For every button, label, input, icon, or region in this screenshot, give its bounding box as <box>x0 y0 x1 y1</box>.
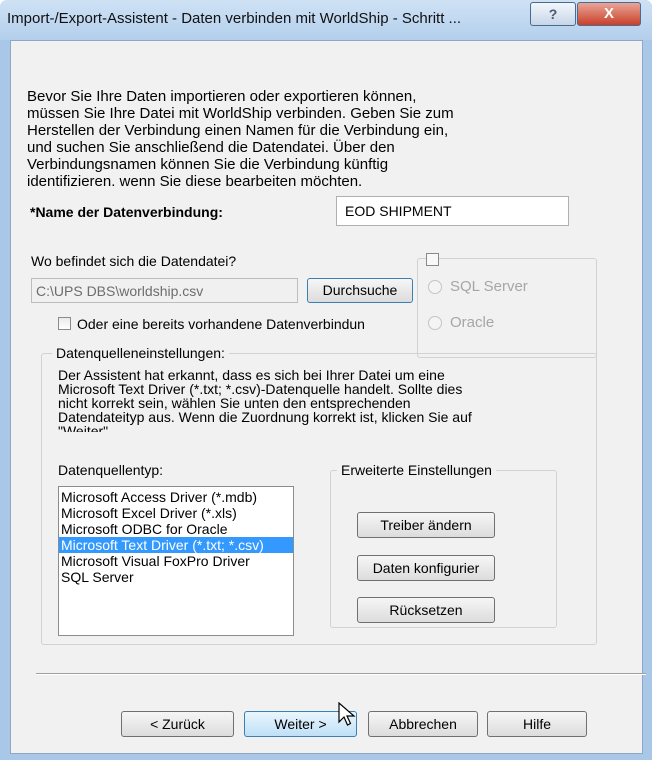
titlebar-help-button[interactable]: ? <box>530 2 576 26</box>
configure-data-button[interactable]: Daten konfigurier <box>357 555 495 581</box>
intro-line: Herstellen der Verbindung einen Namen fü… <box>27 122 449 139</box>
browse-button[interactable]: Durchsuche <box>307 278 413 303</box>
description-line: Datendateityp aus. Wenn die Zuordnung ko… <box>58 409 472 425</box>
db-options-checkbox[interactable] <box>426 253 439 266</box>
list-item[interactable]: SQL Server <box>61 569 291 585</box>
description-line: nicht korrekt sein, wählen Sie unten den… <box>58 395 411 411</box>
list-item-selected[interactable]: Microsoft Text Driver (*.txt; *.csv) <box>59 537 293 553</box>
existing-connection-label: Oder eine bereits vorhandene Datenverbin… <box>77 316 365 332</box>
db-options-group: SQL Server Oracle <box>417 253 597 358</box>
intro-line: Bevor Sie Ihre Daten importieren oder ex… <box>27 88 417 105</box>
description-line: "Weiter". <box>58 423 113 432</box>
connection-name-value: EOD SHIPMENT <box>345 203 452 219</box>
file-path-input[interactable]: C:\UPS DBS\worldship.csv <box>31 278 298 303</box>
description-line: Der Assistent hat erkannt, dass es sich … <box>58 368 445 383</box>
list-item[interactable]: Microsoft Excel Driver (*.xls) <box>61 505 291 521</box>
datasource-settings-legend: Datenquelleneinstellungen: <box>52 345 229 361</box>
list-item[interactable]: Microsoft Access Driver (*.mdb) <box>61 489 291 505</box>
mouse-cursor-icon <box>338 702 356 726</box>
sql-server-radio[interactable] <box>428 280 442 294</box>
help-button[interactable]: Hilfe <box>487 711 587 737</box>
datasource-type-list[interactable]: Microsoft Access Driver (*.mdb) Microsof… <box>58 486 294 636</box>
file-path-value: C:\UPS DBS\worldship.csv <box>36 283 204 299</box>
back-button[interactable]: < Zurück <box>121 711 234 737</box>
sql-server-label: SQL Server <box>450 278 528 295</box>
advanced-settings-legend: Erweiterte Einstellungen <box>337 462 496 478</box>
list-item[interactable]: Microsoft ODBC for Oracle <box>61 521 291 537</box>
wizard-window: Import-/Export-Assistent - Daten verbind… <box>0 0 652 760</box>
intro-line: Verbindungsnamen können Sie die Verbindu… <box>27 156 389 173</box>
oracle-radio[interactable] <box>428 316 442 330</box>
datasource-type-label: Datenquellentyp: <box>58 462 164 478</box>
file-location-label: Wo befindet sich die Datendatei? <box>31 253 237 269</box>
intro-line: müssen Sie Ihre Datei mit WorldShip verb… <box>27 105 454 122</box>
window-title: Import-/Export-Assistent - Daten verbind… <box>7 10 462 27</box>
intro-line: und suchen Sie anschließend die Datendat… <box>27 139 395 156</box>
close-icon[interactable]: X <box>577 2 641 26</box>
list-item[interactable]: Microsoft Visual FoxPro Driver <box>61 553 291 569</box>
description-line: Microsoft Text Driver (*.txt; *.csv)-Dat… <box>58 381 463 397</box>
connection-name-input[interactable]: EOD SHIPMENT <box>336 196 569 226</box>
datasource-description: Der Assistent hat erkannt, dass es sich … <box>58 368 588 432</box>
wizard-content: Bevor Sie Ihre Daten importieren oder ex… <box>10 40 646 754</box>
connection-name-label: *Name der Datenverbindung: <box>30 204 223 220</box>
datasource-settings-group: Datenquelleneinstellungen: Der Assistent… <box>41 345 597 645</box>
advanced-settings-group: Erweiterte Einstellungen Treiber ändern … <box>330 462 557 628</box>
intro-line: identifizieren. wenn Sie diese bearbeite… <box>27 173 363 190</box>
change-driver-button[interactable]: Treiber ändern <box>357 512 495 538</box>
cancel-button[interactable]: Abbrechen <box>368 711 478 737</box>
oracle-label: Oracle <box>450 314 495 331</box>
title-bar[interactable]: Import-/Export-Assistent - Daten verbind… <box>0 0 652 40</box>
reset-button[interactable]: Rücksetzen <box>357 597 495 623</box>
footer-divider <box>36 673 646 675</box>
existing-connection-checkbox[interactable] <box>58 317 71 330</box>
